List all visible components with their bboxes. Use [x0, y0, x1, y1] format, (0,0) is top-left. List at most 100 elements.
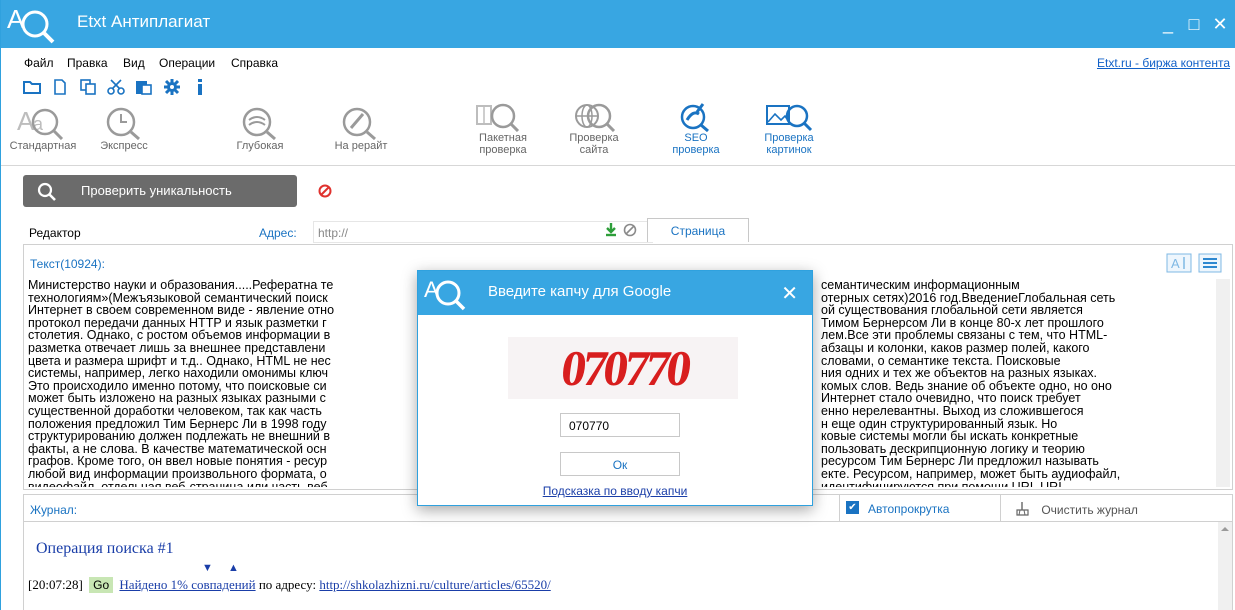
batch-check-icon	[476, 103, 520, 132]
editor-tab-label[interactable]: Редактор	[29, 226, 81, 240]
menu-view[interactable]: Вид	[123, 56, 145, 70]
captcha-hint-link[interactable]: Подсказка по вводу капчи	[418, 484, 812, 498]
maximize-button[interactable]: □	[1186, 14, 1202, 35]
text-line-right: ния одних и тех же объектов на разных яз…	[821, 366, 1097, 381]
window-controls: _ □ ✕	[1160, 14, 1228, 35]
tool-seo-label-2: проверка	[672, 144, 720, 156]
tool-standard[interactable]: A a Стандартная	[1, 102, 85, 152]
tool-rewrite-label: На рерайт	[334, 140, 388, 152]
info-icon[interactable]	[191, 78, 209, 96]
address-label: Адрес:	[259, 226, 297, 240]
download-icon[interactable]	[606, 223, 616, 237]
tool-batch-label-1: Пакетная	[479, 132, 527, 144]
tool-site-label-1: Проверка	[569, 132, 619, 144]
tool-deep-label: Глубокая	[236, 140, 284, 152]
etxt-exchange-link[interactable]: Etxt.ru - биржа контента	[1097, 56, 1230, 70]
tool-standard-label: Стандартная	[9, 140, 77, 152]
captcha-dialog: A Введите капчу для Google ✕ 070770 0707…	[417, 270, 813, 506]
dialog-title-bar[interactable]: A Введите капчу для Google ✕	[418, 271, 812, 315]
globe-search-icon	[575, 103, 616, 132]
editor-header: Редактор Адрес: http://	[23, 218, 1235, 244]
autoscroll-checkbox[interactable]: ✔	[846, 501, 859, 514]
cut-icon[interactable]	[107, 78, 125, 96]
tool-batch[interactable]: Пакетная проверка	[467, 102, 539, 156]
small-toolbar	[23, 76, 209, 98]
dialog-logo-icon: A	[424, 277, 466, 311]
copy-icon[interactable]	[79, 78, 97, 96]
tool-deep[interactable]: Глубокая	[227, 102, 293, 152]
clear-journal-label: Очистить журнал	[1041, 503, 1138, 517]
text-line-right: семантическим информационным	[821, 279, 1020, 292]
tool-site[interactable]: Проверка сайта	[559, 102, 629, 156]
text-line-right: енно нерелевантны. Выход из сложившегося	[821, 403, 1084, 418]
text-line-right: абзацы и колонки, каков размер полей, ка…	[821, 340, 1090, 355]
tab-page[interactable]: Страница	[647, 218, 749, 242]
tool-images-label-2: картинок	[766, 144, 812, 156]
text-line-right: ковые системы могли бы искать конкретные	[821, 429, 1079, 444]
check-modes-toolbar: A a Стандартная Экспресс Глубокая На рер…	[1, 100, 1235, 166]
menu-bar: Файл Правка Вид Операции Справка Etxt.ru…	[1, 48, 1235, 76]
source-url-link[interactable]: http://shkolazhizni.ru/culture/articles/…	[319, 577, 550, 592]
expand-collapse-arrows[interactable]: ▼ ▲	[202, 562, 245, 574]
dialog-title: Введите капчу для Google	[488, 283, 672, 300]
seo-search-icon	[680, 103, 709, 132]
go-button[interactable]: Go	[89, 577, 114, 593]
clear-address-icon[interactable]	[623, 223, 637, 237]
ok-button[interactable]: Ок	[560, 452, 680, 476]
close-button[interactable]: ✕	[1212, 14, 1228, 35]
deep-search-icon	[242, 107, 276, 140]
menu-file[interactable]: Файл	[24, 56, 54, 70]
tool-express[interactable]: Экспресс	[87, 102, 161, 152]
tool-seo-label-1: SEO	[684, 132, 708, 144]
new-file-icon[interactable]	[51, 78, 69, 96]
clock-icon	[106, 107, 140, 140]
tool-rewrite[interactable]: На рерайт	[319, 102, 403, 152]
minimize-button[interactable]: _	[1160, 14, 1176, 35]
download-url-controls	[605, 222, 639, 243]
captcha-input[interactable]: 070770	[560, 413, 680, 437]
menu-help[interactable]: Справка	[231, 56, 278, 70]
captcha-text: 070770	[558, 340, 695, 396]
svg-text:A: A	[1171, 256, 1180, 271]
check-uniqueness-button[interactable]: Проверить уникальность	[23, 175, 297, 207]
list-view-icon[interactable]	[1198, 253, 1222, 273]
tool-batch-label-2: проверка	[479, 144, 527, 156]
tool-images-label-1: Проверка	[764, 132, 814, 144]
stop-icon[interactable]	[318, 184, 332, 198]
scroll-up-icon[interactable]	[1218, 522, 1232, 536]
gear-icon[interactable]	[163, 78, 181, 96]
text-length-label: Текст(10924):	[30, 257, 105, 271]
editor-scrollbar[interactable]	[1216, 279, 1230, 487]
title-bar[interactable]: A Etxt Антиплагиат _ □ ✕	[1, 0, 1235, 48]
svg-text:A: A	[7, 4, 25, 34]
text-line-right: ой существования глобальной сети являетс…	[821, 303, 1083, 318]
tool-images[interactable]: Проверка картинок	[753, 102, 825, 156]
menu-operations[interactable]: Операции	[159, 56, 215, 70]
log-entry: [20:07:28] Go Найдено 1% совпадений по а…	[28, 577, 551, 593]
autoscroll-toggle[interactable]: ✔ Автопрокрутка	[839, 495, 1001, 521]
text-format-icon[interactable]: A	[1166, 253, 1192, 273]
window-title: Etxt Антиплагиат	[77, 12, 211, 31]
clear-journal-button[interactable]: Очистить журнал	[1016, 502, 1138, 517]
check-uniqueness-label: Проверить уникальность	[81, 183, 232, 198]
journal-log: Операция поиска #1 ▼ ▲ [20:07:28] Go Най…	[23, 522, 1233, 610]
search-icon	[37, 182, 56, 201]
found-matches-link[interactable]: Найдено 1% совпадений	[119, 577, 255, 592]
menu-edit[interactable]: Правка	[67, 56, 108, 70]
log-address-label: по адресу:	[255, 577, 320, 592]
tool-seo[interactable]: SEO проверка	[663, 102, 729, 156]
text-line-right: екте. Ресурсом, например, может быть ауд…	[821, 466, 1121, 481]
tool-site-label-2: сайта	[579, 144, 609, 156]
journal-label: Журнал:	[30, 503, 78, 517]
image-search-icon	[766, 104, 813, 132]
paste-icon[interactable]	[135, 78, 153, 96]
app-logo-icon: A	[7, 4, 55, 44]
captcha-image: 070770	[508, 337, 738, 399]
dialog-close-button[interactable]: ✕	[781, 281, 798, 306]
address-input[interactable]: http://	[313, 221, 653, 243]
broom-icon	[1016, 502, 1029, 516]
folder-open-icon[interactable]	[23, 78, 41, 96]
operation-title: Операция поиска #1	[36, 540, 174, 557]
autoscroll-label: Автопрокрутка	[868, 502, 950, 516]
journal-scrollbar[interactable]	[1218, 522, 1232, 610]
